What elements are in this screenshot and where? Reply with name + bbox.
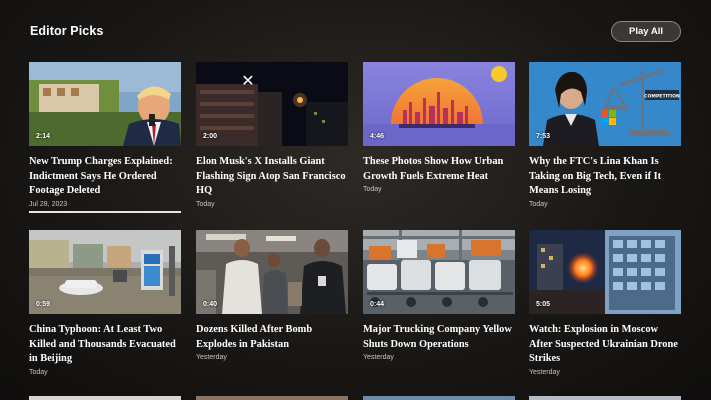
video-duration: 0:44 [370, 301, 385, 308]
video-title: New Trump Charges Explained: Indictment … [29, 156, 173, 196]
video-date: Today [529, 200, 548, 208]
video-date: Yesterday [196, 354, 227, 361]
thumbnail-caption: COMPETITION [644, 94, 680, 100]
video-thumbnail[interactable]: 0:59 [29, 230, 181, 314]
video-thumbnail[interactable]: 2:14 [29, 62, 181, 146]
play-all-button[interactable]: Play All [611, 21, 681, 42]
video-thumbnail[interactable]: 5:05 [529, 230, 681, 314]
focus-indicator [29, 210, 181, 213]
video-thumbnail[interactable]: ✕ 2:00 [196, 62, 348, 146]
svg-text:✕: ✕ [241, 71, 254, 90]
next-row-thumbnail[interactable] [196, 396, 348, 400]
video-card[interactable]: COMPETITION 7:53 Why the FTC's Lina Khan… [529, 62, 681, 208]
video-duration: 4:46 [370, 133, 385, 140]
video-title: China Typhoon: At Least Two Killed and T… [29, 324, 176, 364]
video-thumbnail[interactable]: 0:44 [363, 230, 515, 314]
next-row-thumbnail[interactable] [529, 396, 681, 400]
video-duration: 2:00 [203, 133, 218, 140]
video-title: Elon Musk's X Installs Giant Flashing Si… [196, 156, 346, 196]
video-duration: 0:59 [36, 301, 51, 308]
video-duration: 5:05 [536, 301, 551, 308]
video-card[interactable]: 2:14 New Trump Charges Explained: Indict… [29, 62, 181, 213]
video-title: Why the FTC's Lina Khan Is Taking on Big… [529, 156, 662, 196]
video-date: Yesterday [363, 354, 394, 361]
video-card[interactable]: 0:59 China Typhoon: At Least Two Killed … [29, 230, 181, 376]
video-card[interactable]: ✕ 2:00 Elon Musk's X Installs Giant Flas… [196, 62, 348, 208]
video-title: These Photos Show How Urban Growth Fuels… [363, 156, 504, 182]
video-card[interactable]: 4:46 These Photos Show How Urban Growth … [363, 62, 515, 193]
video-thumbnail[interactable]: 4:46 [363, 62, 515, 146]
video-card[interactable]: 0:40 Dozens Killed After Bomb Explodes i… [196, 230, 348, 361]
next-row-thumbnail[interactable] [29, 396, 181, 400]
video-thumbnail[interactable]: 0:40 [196, 230, 348, 314]
video-thumbnail[interactable]: COMPETITION 7:53 [529, 62, 681, 146]
video-date: Jul 28, 2023 [29, 200, 68, 208]
video-card[interactable]: 0:44 Major Trucking Company Yellow Shuts… [363, 230, 515, 361]
video-date: Today [363, 186, 382, 193]
video-title: Dozens Killed After Bomb Explodes in Pak… [196, 324, 313, 350]
video-duration: 2:14 [36, 133, 51, 140]
video-date: Today [29, 368, 48, 376]
video-date: Yesterday [529, 368, 560, 376]
video-duration: 0:40 [203, 301, 218, 308]
video-title: Watch: Explosion in Moscow After Suspect… [529, 324, 678, 364]
video-date: Today [196, 200, 215, 208]
section-title: Editor Picks [30, 24, 104, 38]
video-title: Major Trucking Company Yellow Shuts Down… [363, 324, 512, 350]
next-row-thumbnail[interactable] [363, 396, 515, 400]
video-card[interactable]: 5:05 Watch: Explosion in Moscow After Su… [529, 230, 681, 376]
video-duration: 7:53 [536, 133, 551, 140]
